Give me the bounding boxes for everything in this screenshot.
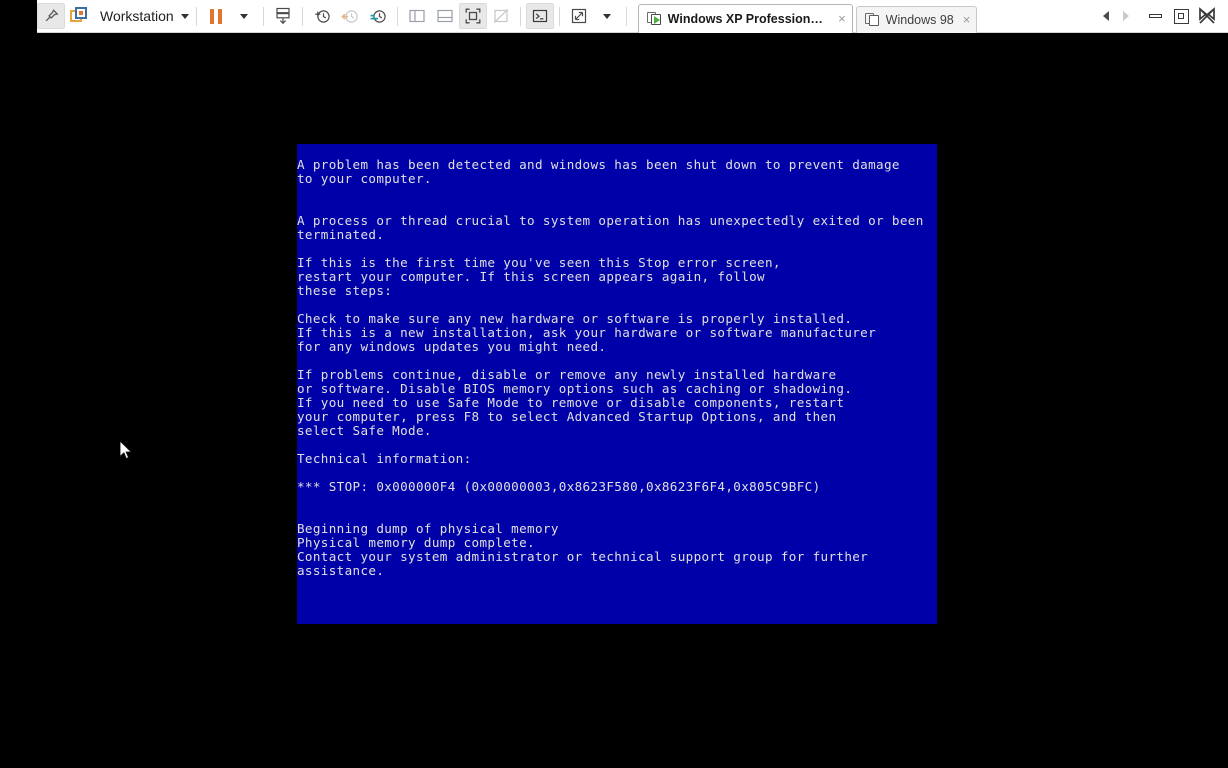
vmware-workstation-window: Workstation Windows XP Professional (...… <box>0 0 1228 768</box>
pushpin-icon <box>45 8 59 21</box>
show-library-button[interactable] <box>403 3 431 29</box>
vmware-logo-icon <box>70 7 88 25</box>
vm-stopped-icon <box>864 12 880 27</box>
toolbar-separator <box>262 6 264 26</box>
main-toolbar: Workstation Windows XP Professional (...… <box>37 0 1228 33</box>
snapshot-add-icon <box>314 10 330 23</box>
fullscreen-button[interactable] <box>458 3 487 29</box>
unity-disabled-icon <box>493 8 509 24</box>
pin-button[interactable] <box>37 3 65 29</box>
toolbar-separator <box>558 6 560 26</box>
download-to-vm-icon <box>276 7 290 25</box>
toolbar-separator <box>396 6 398 26</box>
install-tools-button[interactable] <box>269 3 297 29</box>
toolbar-separator <box>301 6 303 26</box>
console-icon <box>532 9 547 23</box>
minimize-icon <box>1148 14 1162 18</box>
close-button[interactable] <box>1194 3 1220 29</box>
toolbar-separator <box>519 6 521 26</box>
bsod-text: A problem has been detected and windows … <box>297 157 924 578</box>
vm-tabstrip: Windows XP Professional (... × Windows 9… <box>637 0 981 33</box>
chevron-left-icon <box>1103 11 1109 21</box>
bsod-panel: A problem has been detected and windows … <box>297 144 937 624</box>
app-title-chevron-down-icon[interactable] <box>180 13 189 19</box>
close-icon <box>1199 7 1215 24</box>
panel-bottom-icon <box>437 9 453 23</box>
tab-windows-98[interactable]: Windows 98 × <box>855 5 978 33</box>
take-snapshot-button[interactable] <box>308 3 336 29</box>
chevron-down-icon <box>602 13 611 19</box>
window-controls <box>1096 3 1228 29</box>
vm-console-screen[interactable]: A problem has been detected and windows … <box>37 33 1228 768</box>
toolbar-separator <box>625 6 627 26</box>
unity-button[interactable] <box>487 3 515 29</box>
restore-icon <box>1173 8 1189 24</box>
revert-snapshot-button[interactable] <box>336 3 364 29</box>
minimize-button[interactable] <box>1142 3 1168 29</box>
toolbar-separator <box>195 6 197 26</box>
panel-left-icon <box>409 9 425 23</box>
tab-label: Windows XP Professional (... <box>667 11 830 26</box>
pause-icon <box>209 8 222 24</box>
vmware-logo-button[interactable] <box>65 3 93 29</box>
tab-close-icon[interactable]: × <box>963 13 971 26</box>
snapshot-manager-button[interactable] <box>364 3 392 29</box>
app-title: Workstation <box>100 8 174 24</box>
stretch-dropdown-button[interactable] <box>593 3 621 29</box>
power-dropdown-button[interactable] <box>230 3 258 29</box>
snapshot-manager-icon <box>370 10 386 23</box>
prev-tab-button[interactable] <box>1096 3 1116 29</box>
tab-label: Windows 98 <box>885 12 954 27</box>
tab-windows-xp[interactable]: Windows XP Professional (... × <box>637 3 853 33</box>
snapshot-revert-icon <box>340 10 358 23</box>
stretch-button[interactable] <box>565 3 593 29</box>
chevron-right-icon <box>1123 11 1129 21</box>
vm-running-icon <box>646 11 662 26</box>
stretch-icon <box>571 8 586 24</box>
console-button[interactable] <box>525 3 554 29</box>
restore-button[interactable] <box>1168 3 1194 29</box>
fullscreen-icon <box>465 8 481 24</box>
next-tab-button[interactable] <box>1116 3 1136 29</box>
show-thumbnails-button[interactable] <box>431 3 459 29</box>
chevron-down-icon <box>239 13 248 19</box>
suspend-button[interactable] <box>202 3 230 29</box>
tab-close-icon[interactable]: × <box>838 12 846 25</box>
